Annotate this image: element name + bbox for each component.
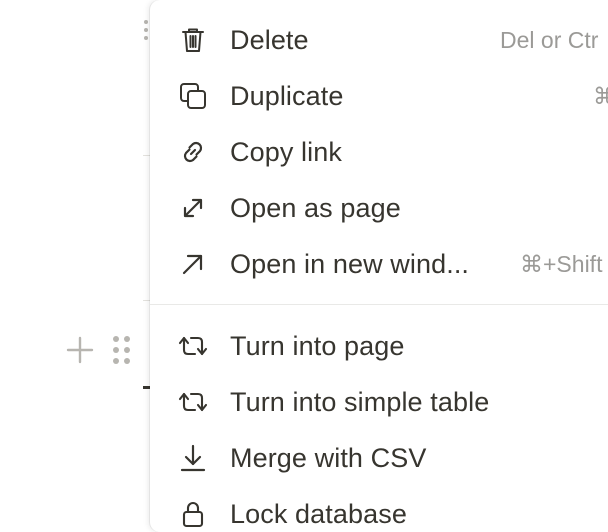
- duplicate-icon: [176, 79, 210, 113]
- menu-item-label: Open as page: [230, 192, 401, 223]
- menu-item-label: Duplicate: [230, 80, 344, 111]
- lock-icon: [176, 497, 210, 531]
- arrow-up-right-icon: [176, 247, 210, 281]
- expand-arrows-icon: [176, 191, 210, 225]
- menu-item-merge-with-csv[interactable]: Merge with CSV: [150, 430, 608, 486]
- menu-item-copy-link[interactable]: Copy link: [150, 124, 608, 180]
- arrow-down-icon: [176, 441, 210, 475]
- menu-divider: [150, 304, 608, 305]
- menu-item-label: Merge with CSV: [230, 442, 427, 473]
- menu-item-duplicate[interactable]: Duplicate ⌘: [150, 68, 608, 124]
- menu-item-label: Copy link: [230, 136, 342, 167]
- menu-item-label: Lock database: [230, 498, 407, 529]
- link-icon: [176, 135, 210, 169]
- block-edge: [143, 386, 150, 389]
- menu-item-label: Turn into simple table: [230, 386, 490, 417]
- menu-item-lock-database[interactable]: Lock database: [150, 486, 608, 532]
- menu-item-shortcut: ⌘+Shift: [520, 250, 603, 277]
- add-block-button[interactable]: [64, 335, 96, 365]
- menu-item-turn-into-simple-table[interactable]: Turn into simple table: [150, 374, 608, 430]
- menu-item-shortcut: ⌘: [593, 82, 608, 109]
- block-drag-handle-icon[interactable]: [110, 333, 136, 367]
- trash-icon: [176, 23, 210, 57]
- block-context-menu: Delete Del or Ctr Duplicate ⌘ Copy link …: [150, 0, 608, 532]
- page-divider: [143, 300, 150, 301]
- menu-item-turn-into-page[interactable]: Turn into page: [150, 318, 608, 374]
- menu-item-delete[interactable]: Delete Del or Ctr: [150, 12, 608, 68]
- plus-icon: [65, 335, 95, 365]
- turn-into-icon: [176, 385, 210, 419]
- page-divider: [143, 155, 150, 156]
- page-content: [0, 0, 150, 532]
- menu-item-shortcut: Del or Ctr: [500, 26, 599, 53]
- menu-item-label: Delete: [230, 24, 309, 55]
- app-stage: Delete Del or Ctr Duplicate ⌘ Copy link …: [0, 0, 608, 532]
- turn-into-icon: [176, 329, 210, 363]
- menu-item-open-in-new-window[interactable]: Open in new wind... ⌘+Shift: [150, 236, 608, 292]
- menu-item-label: Turn into page: [230, 330, 405, 361]
- menu-item-open-as-page[interactable]: Open as page: [150, 180, 608, 236]
- menu-item-label: Open in new wind...: [230, 248, 470, 279]
